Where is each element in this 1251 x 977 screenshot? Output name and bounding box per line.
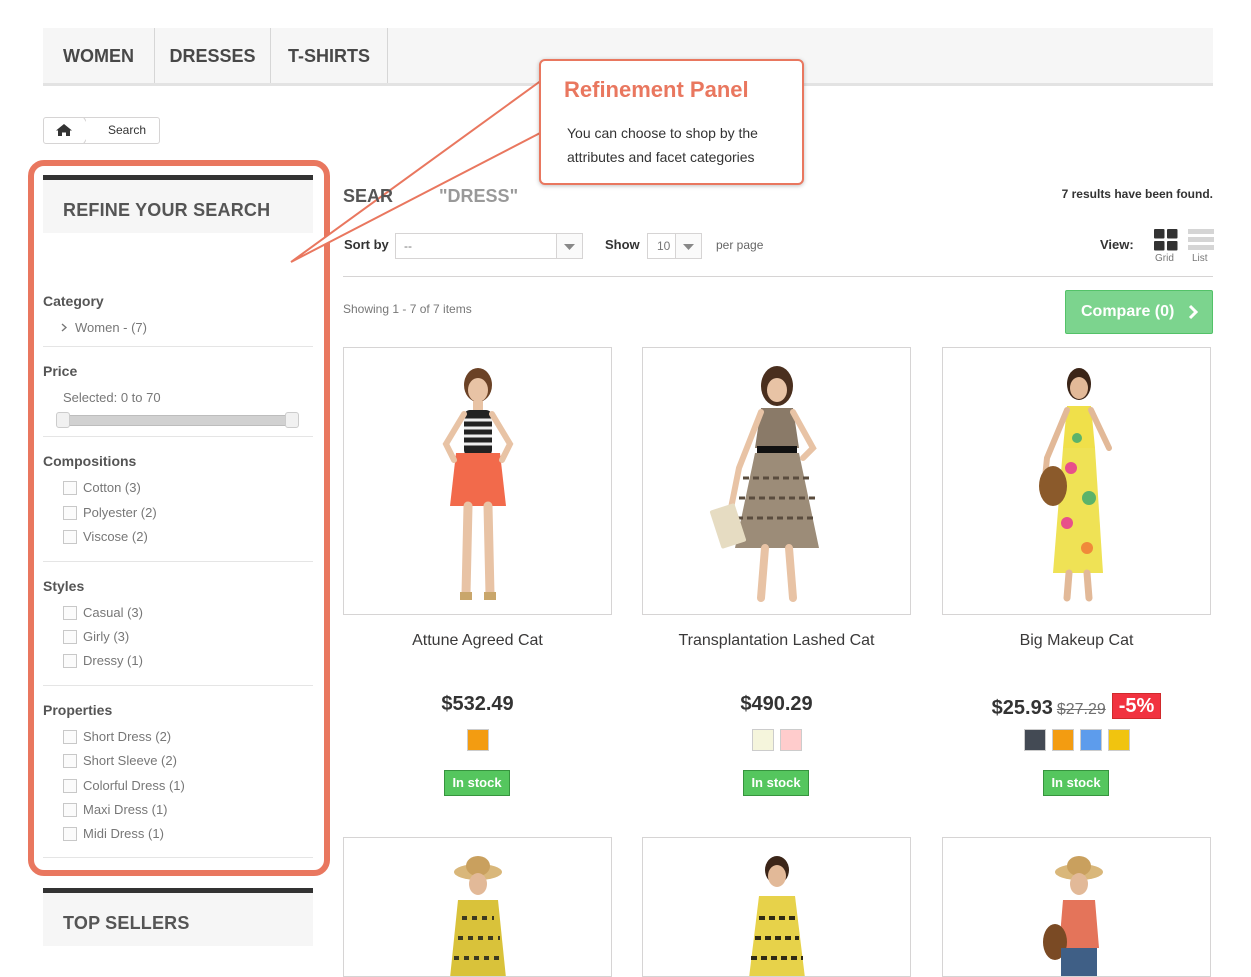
product-price: $532.49 <box>441 693 514 715</box>
product-price-row: $490.29 <box>642 693 911 716</box>
product-image[interactable] <box>642 837 911 977</box>
view-label: View: <box>1100 237 1134 252</box>
sort-label: Sort by <box>344 237 389 252</box>
callout-title: Refinement Panel <box>564 77 749 102</box>
per-page-label: per page <box>716 238 764 252</box>
sort-select[interactable]: -- <box>395 233 583 259</box>
product-photo-model-sunhat-orange-top <box>1043 856 1103 976</box>
per-page-select[interactable]: 10 <box>647 233 702 259</box>
product-price: $490.29 <box>740 693 813 715</box>
search-query: "DRESS" <box>439 186 519 206</box>
color-swatch[interactable] <box>779 729 802 751</box>
product-price-row: $532.49 <box>343 693 612 716</box>
stock-badge: In stock <box>1043 770 1109 796</box>
top-sellers-header: TOP SELLERS <box>43 888 313 946</box>
top-sellers-title: TOP SELLERS <box>63 913 190 933</box>
product-name[interactable]: Big Makeup Cat <box>942 632 1211 650</box>
product-image[interactable] <box>343 837 612 977</box>
product-photo-model-printed-dress <box>709 366 819 602</box>
refinement-callout: Refinement Panel You can choose to shop … <box>539 59 804 185</box>
breadcrumb-current[interactable]: Search <box>108 123 146 137</box>
chevron-down-icon[interactable] <box>556 234 582 258</box>
chevron-down-icon[interactable] <box>675 234 701 258</box>
home-icon[interactable] <box>44 118 86 143</box>
product-image[interactable] <box>642 347 911 615</box>
grid-view-icon[interactable] <box>1154 229 1178 251</box>
search-heading-prefix: SEAR <box>343 186 394 206</box>
product-name[interactable]: Transplantation Lashed Cat <box>642 632 911 650</box>
discount-badge: -5% <box>1111 693 1162 719</box>
product-image[interactable] <box>942 837 1211 977</box>
product-price-row: $25.93 $27.29 -5% <box>942 693 1211 720</box>
grid-view-label[interactable]: Grid <box>1155 253 1174 264</box>
list-view-label[interactable]: List <box>1192 253 1208 264</box>
product-image[interactable] <box>942 347 1211 615</box>
product-photo-model-yellow-maxi-dress <box>1039 368 1112 602</box>
compare-button[interactable]: Compare (0) <box>1065 290 1213 334</box>
list-view-icon[interactable] <box>1188 229 1214 251</box>
per-page-value: 10 <box>657 239 671 253</box>
product-old-price: $27.29 <box>1056 701 1106 718</box>
product-color-swatches <box>942 729 1211 751</box>
showing-count: Showing 1 - 7 of 7 items <box>343 302 472 316</box>
color-swatch[interactable] <box>1079 729 1102 751</box>
product-price: $25.93 <box>991 697 1053 719</box>
color-swatch[interactable] <box>1051 729 1074 751</box>
nav-item-dresses[interactable]: DRESSES <box>155 28 271 83</box>
nav-item-women[interactable]: WOMEN <box>43 28 155 83</box>
color-swatch[interactable] <box>1107 729 1130 751</box>
nav-item-t-shirts[interactable]: T-SHIRTS <box>271 28 388 83</box>
color-swatch[interactable] <box>1023 729 1046 751</box>
search-heading: SEAR "DRESS" <box>343 186 518 207</box>
product-photo-model-sunhat-yellow <box>450 856 506 976</box>
stock-badge: In stock <box>743 770 809 796</box>
compare-button-label: Compare (0) <box>1081 303 1175 320</box>
product-image[interactable] <box>343 347 612 615</box>
color-swatch[interactable] <box>466 729 489 751</box>
product-photo-model-orange-skirt <box>442 368 514 600</box>
divider <box>343 276 1213 277</box>
product-name[interactable]: Attune Agreed Cat <box>343 632 612 650</box>
callout-text: You can choose to shop by the attributes… <box>567 125 758 165</box>
breadcrumb: Search <box>43 117 160 144</box>
color-swatch[interactable] <box>751 729 774 751</box>
sort-select-value: -- <box>404 239 412 253</box>
product-color-swatches <box>642 729 911 751</box>
product-photo-model-yellow-print-dress <box>749 856 805 976</box>
chevron-right-icon <box>1188 304 1198 320</box>
show-label: Show <box>605 237 640 252</box>
product-color-swatches <box>343 729 612 751</box>
stock-badge: In stock <box>444 770 510 796</box>
results-count: 7 results have been found. <box>1061 187 1213 201</box>
